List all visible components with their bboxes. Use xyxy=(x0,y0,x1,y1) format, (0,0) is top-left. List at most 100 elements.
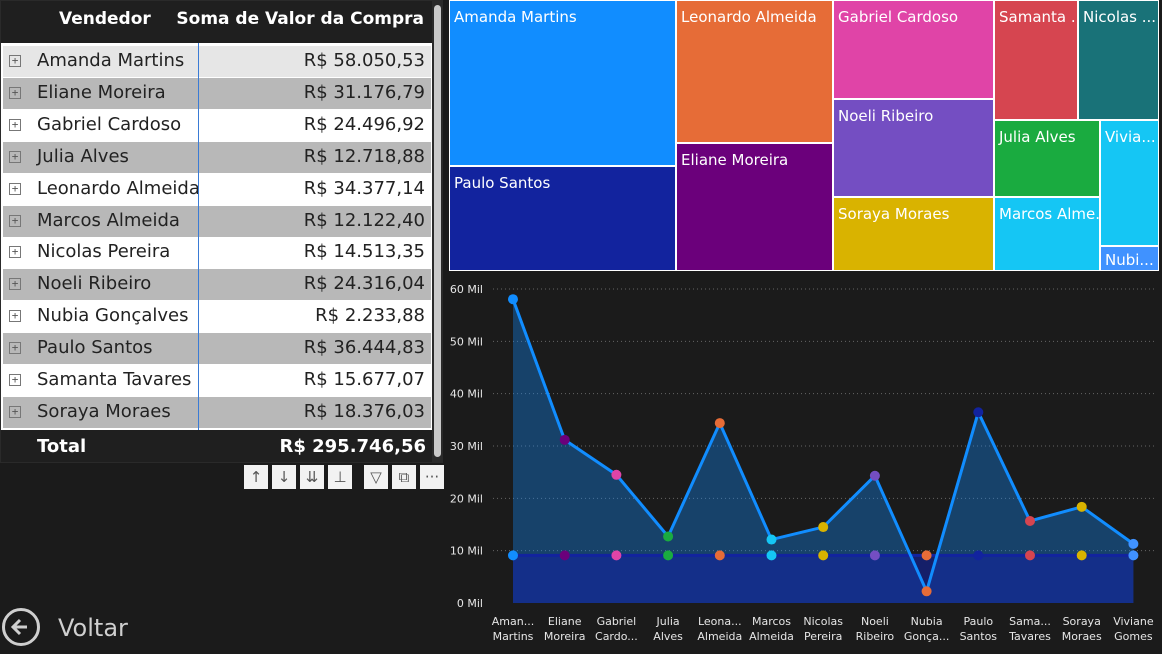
focus-mode-icon[interactable]: ⧉ xyxy=(392,465,416,489)
x-tick-label: Pereira xyxy=(804,630,842,643)
treemap-tile[interactable]: Eliane Moreira xyxy=(676,143,833,271)
x-tick-label: Nubia xyxy=(911,615,943,628)
expand-plus-icon[interactable]: + xyxy=(9,86,21,99)
treemap-tile[interactable]: Vivia... xyxy=(1100,120,1159,246)
treemap-tile[interactable]: Leonardo Almeida xyxy=(676,0,833,143)
vendedor-name: Leonardo Almeida xyxy=(37,177,200,199)
treemap-tile[interactable]: Nicolas ... xyxy=(1078,0,1159,120)
data-point xyxy=(766,550,777,561)
treemap-tile[interactable]: Julia Alves xyxy=(994,120,1100,197)
data-point xyxy=(921,586,932,597)
more-options-icon[interactable]: ··· xyxy=(420,465,444,489)
x-tick-label: Santos xyxy=(960,630,998,643)
vendedor-name: Soraya Moraes xyxy=(37,400,171,422)
x-tick-label: Eliane xyxy=(548,615,582,628)
treemap-tile[interactable]: Samanta ... xyxy=(994,0,1078,120)
x-tick-label: Gomes xyxy=(1114,630,1153,643)
y-tick-label: 10 Mil xyxy=(450,545,483,558)
table-row[interactable]: + Nicolas Pereira R$ 14.513,35 xyxy=(3,237,431,268)
table-row[interactable]: + Samanta Tavares R$ 15.677,07 xyxy=(3,365,431,396)
table-row[interactable]: + Eliane Moreira R$ 31.176,79 xyxy=(3,77,431,109)
table-row[interactable]: + Marcos Almeida R$ 12.122,40 xyxy=(3,205,431,237)
data-point xyxy=(663,531,674,542)
arrow-down-icon[interactable]: ↓ xyxy=(272,465,296,489)
data-point xyxy=(1025,515,1035,526)
expand-plus-icon[interactable]: + xyxy=(9,278,21,291)
treemap-tile[interactable]: Soraya Moraes xyxy=(833,197,994,271)
x-tick-label: Paulo xyxy=(963,615,993,628)
data-point xyxy=(818,550,829,561)
expand-plus-icon[interactable]: + xyxy=(9,246,21,259)
expand-plus-icon[interactable]: + xyxy=(9,342,21,355)
table-row[interactable]: + Noeli Ribeiro R$ 24.316,04 xyxy=(3,269,431,301)
vertical-scrollbar[interactable] xyxy=(432,1,442,462)
filter-icon[interactable]: ▽ xyxy=(364,465,388,489)
treemap-tile[interactable]: Nubi... xyxy=(1100,246,1159,271)
treemap-tile[interactable]: Gabriel Cardoso xyxy=(833,0,994,99)
x-tick-label: Cardo... xyxy=(595,630,638,643)
y-tick-label: 60 Mil xyxy=(450,283,483,296)
vendedor-name: Paulo Santos xyxy=(37,337,153,359)
expand-plus-icon[interactable]: + xyxy=(9,214,21,227)
table-row[interactable]: + Amanda Martins R$ 58.050,53 xyxy=(3,46,431,77)
data-point xyxy=(611,550,622,561)
back-label[interactable]: Voltar xyxy=(58,614,128,642)
data-point xyxy=(714,418,725,429)
valor-compra: R$ 2.233,88 xyxy=(315,305,425,327)
total-value: R$ 295.746,56 xyxy=(279,436,426,457)
valor-compra: R$ 18.376,03 xyxy=(303,400,425,422)
data-point xyxy=(508,550,518,561)
valor-compra: R$ 31.176,79 xyxy=(303,81,425,103)
table-row[interactable]: + Soraya Moraes R$ 18.376,03 xyxy=(3,396,431,428)
y-tick-label: 30 Mil xyxy=(450,440,483,453)
valor-compra: R$ 24.316,04 xyxy=(303,273,425,295)
expand-plus-icon[interactable]: + xyxy=(9,150,21,163)
matrix-header-row: Vendedor Soma de Valor da Compra xyxy=(1,1,432,43)
header-vendedor[interactable]: Vendedor xyxy=(59,9,151,29)
vendedor-name: Nubia Gonçalves xyxy=(37,305,189,327)
treemap-tile[interactable]: Amanda Martins xyxy=(449,0,676,166)
data-point xyxy=(559,434,570,445)
table-row[interactable]: + Nubia Gonçalves R$ 2.233,88 xyxy=(3,301,431,332)
column-divider xyxy=(198,43,199,461)
table-row[interactable]: + Gabriel Cardoso R$ 24.496,92 xyxy=(3,110,431,141)
data-point xyxy=(559,550,570,561)
treemap-tile[interactable]: Noeli Ribeiro xyxy=(833,99,994,197)
data-point xyxy=(869,470,880,481)
x-tick-label: Nicolas xyxy=(803,615,843,628)
scrollbar-thumb[interactable] xyxy=(434,5,441,457)
treemap-tile[interactable]: Marcos Alme... xyxy=(994,197,1100,271)
table-row[interactable]: + Julia Alves R$ 12.718,88 xyxy=(3,141,431,173)
data-point xyxy=(1025,550,1035,561)
data-point xyxy=(1076,501,1087,512)
arrow-up-icon[interactable]: ↑ xyxy=(244,465,268,489)
table-row[interactable]: + Leonardo Almeida R$ 34.377,14 xyxy=(3,174,431,205)
x-tick-label: Noeli xyxy=(861,615,889,628)
expand-plus-icon[interactable]: + xyxy=(9,405,21,418)
treemap-chart: Amanda Martins Paulo Santos Leonardo Alm… xyxy=(449,0,1159,271)
data-point xyxy=(714,550,725,561)
expand-hierarchy-icon[interactable]: ⊥ xyxy=(328,465,352,489)
expand-plus-icon[interactable]: + xyxy=(9,55,21,67)
expand-plus-icon[interactable]: + xyxy=(9,118,21,131)
vendedor-name: Marcos Almeida xyxy=(37,209,180,231)
treemap-tile[interactable]: Paulo Santos xyxy=(449,166,676,271)
expand-plus-icon[interactable]: + xyxy=(9,182,21,195)
table-row[interactable]: + Paulo Santos R$ 36.444,83 xyxy=(3,333,431,365)
x-tick-label: Sama... xyxy=(1009,615,1051,628)
data-point xyxy=(973,407,984,418)
data-point xyxy=(818,522,829,533)
y-tick-label: 20 Mil xyxy=(450,492,483,505)
x-tick-label: Almeida xyxy=(697,630,742,643)
back-arrow-icon[interactable] xyxy=(2,608,40,646)
x-tick-label: Tavares xyxy=(1008,630,1051,643)
expand-plus-icon[interactable]: + xyxy=(9,310,21,323)
x-tick-label: Moraes xyxy=(1062,630,1102,643)
header-soma-valor[interactable]: Soma de Valor da Compra xyxy=(176,9,424,29)
area-line-chart: 0 Mil 10 Mil 20 Mil 30 Mil 40 Mil 50 Mil 60 Mi… xyxy=(450,283,1157,643)
data-point xyxy=(1128,538,1139,549)
vendedor-name: Gabriel Cardoso xyxy=(37,113,182,135)
expand-plus-icon[interactable]: + xyxy=(9,374,21,386)
double-arrow-down-icon[interactable]: ⇊ xyxy=(300,465,324,489)
total-label: Total xyxy=(37,436,87,457)
